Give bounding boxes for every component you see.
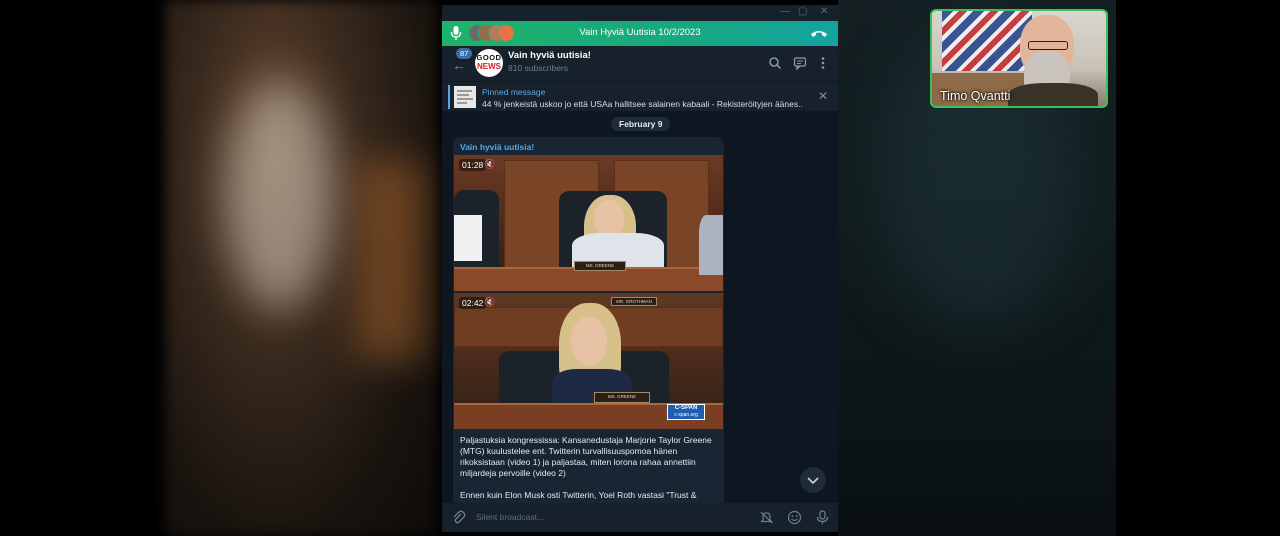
message-composer: Silent broadcast...: [442, 503, 838, 532]
video-2[interactable]: MR. GROTHMAN MS. GREENE C-SPAN c-span.or…: [454, 293, 723, 429]
pinned-thumbnail: [454, 86, 476, 108]
unread-count-badge: 87: [456, 48, 473, 59]
channel-avatar[interactable]: GOOD NEWS: [475, 49, 503, 77]
hang-up-icon[interactable]: [810, 27, 828, 39]
pinned-title: Pinned message: [482, 87, 546, 97]
back-arrow-icon[interactable]: ←: [452, 57, 466, 73]
video-stage: — ▢ ✕ Vain Hyviä Uutisia 10/2/2023 ← 87 …: [0, 0, 1280, 536]
chevron-down-icon: [807, 477, 819, 485]
muted-icon[interactable]: 🔇: [484, 297, 495, 308]
video-1[interactable]: MS. GREENE 01:28 🔇: [454, 155, 723, 291]
channel-post: Vain hyviä uutisia! MS. GREENE 01:28 🔇 M…: [453, 137, 724, 507]
voice-chat-bar[interactable]: Vain Hyviä Uutisia 10/2/2023: [442, 21, 838, 46]
silent-bell-icon[interactable]: [759, 510, 774, 525]
post-text: Paljastuksia kongressissa: Kansanedustaj…: [460, 435, 718, 507]
close-pinned-icon[interactable]: ✕: [818, 89, 828, 103]
attach-icon[interactable]: [451, 510, 466, 525]
discussion-icon[interactable]: [793, 56, 807, 70]
window-controls: — ▢ ✕: [442, 5, 838, 21]
search-icon[interactable]: [768, 56, 782, 70]
post-sender: Vain hyviä uutisia!: [460, 142, 535, 152]
scroll-down-button[interactable]: [800, 467, 826, 493]
cspan-watermark: C-SPAN c-span.org: [667, 404, 705, 420]
video-duration: 01:28: [459, 159, 487, 171]
blurred-background-left: [165, 0, 437, 536]
telegram-window: — ▢ ✕ Vain Hyviä Uutisia 10/2/2023 ← 87 …: [442, 5, 838, 532]
participant-camera-tile[interactable]: Timo Qvantti: [930, 9, 1108, 108]
channel-header[interactable]: ← 87 GOOD NEWS Vain hyviä uutisia! 810 s…: [442, 46, 838, 81]
subscriber-count: 810 subscribers: [508, 63, 569, 73]
more-options-icon[interactable]: [816, 56, 830, 70]
video-duration: 02:42: [459, 297, 487, 309]
date-separator: February 9: [611, 117, 671, 131]
close-window-icon[interactable]: ✕: [820, 6, 828, 17]
channel-name: Vain hyviä uutisia!: [508, 50, 591, 61]
muted-icon[interactable]: 🔇: [484, 159, 495, 170]
participant-name: Timo Qvantti: [940, 89, 1011, 103]
flag-background: [942, 11, 1032, 71]
pinned-text: 44 % jenkeistä uskoo jo että USAa hallit…: [482, 99, 802, 109]
minimize-icon[interactable]: —: [780, 6, 790, 17]
message-input[interactable]: Silent broadcast...: [476, 512, 544, 522]
emoji-icon[interactable]: [787, 510, 802, 525]
post-paragraph: Paljastuksia kongressissa: Kansanedustaj…: [460, 435, 712, 478]
maximize-icon[interactable]: ▢: [798, 6, 807, 17]
voice-message-icon[interactable]: [815, 510, 830, 525]
pinned-message-bar[interactable]: Pinned message 44 % jenkeistä uskoo jo e…: [442, 81, 838, 111]
call-title: Vain Hyviä Uutisia 10/2/2023: [579, 27, 701, 38]
